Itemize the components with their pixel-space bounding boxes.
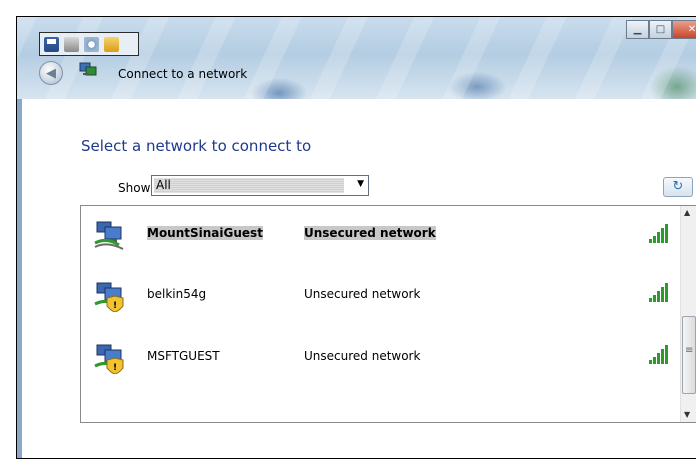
back-arrow-icon: ◀	[46, 65, 56, 81]
print-icon[interactable]	[64, 36, 79, 52]
window-left-border	[17, 99, 22, 458]
svg-text:!: !	[113, 301, 117, 311]
wireless-network-secured-icon: !	[94, 282, 124, 312]
scroll-up-icon[interactable]: ▲	[684, 208, 690, 217]
window-controls: ▁ □ ✕	[626, 20, 696, 39]
show-label: Show	[118, 181, 151, 195]
refresh-icon: ↻	[672, 179, 684, 194]
screenshot-frame: ◀ Connect to a network ▁ □ ✕ Select a ne…	[16, 16, 696, 459]
network-row[interactable]: ! belkin54g Unsecured network	[81, 272, 679, 322]
network-security-status: Unsecured network	[304, 349, 421, 363]
network-list[interactable]: MountSinaiGuest Unsecured network ! belk…	[80, 205, 696, 423]
maximize-button[interactable]: □	[649, 20, 672, 39]
open-folder-icon[interactable]	[104, 36, 119, 52]
network-row[interactable]: MountSinaiGuest Unsecured network	[81, 211, 679, 261]
svg-text:!: !	[113, 363, 117, 373]
wireless-network-icon	[94, 221, 124, 250]
network-security-status: Unsecured network	[304, 287, 421, 301]
signal-strength-icon	[649, 283, 668, 302]
print-preview-icon[interactable]	[84, 36, 99, 52]
scrollbar-thumb[interactable]	[682, 316, 696, 394]
vertical-scrollbar[interactable]: ▲ ▼	[680, 206, 696, 422]
refresh-button[interactable]: ↻	[663, 177, 693, 197]
close-button[interactable]: ✕	[672, 20, 696, 39]
minimize-button[interactable]: ▁	[626, 20, 649, 39]
quick-access-toolbar	[39, 32, 139, 56]
network-name: MSFTGUEST	[147, 349, 220, 363]
page-title: Select a network to connect to	[81, 137, 312, 155]
save-icon[interactable]	[44, 36, 59, 52]
wireless-network-secured-icon: !	[94, 344, 124, 374]
network-name: MountSinaiGuest	[147, 226, 263, 240]
signal-strength-icon	[649, 224, 668, 243]
network-name: belkin54g	[147, 287, 207, 301]
network-row[interactable]: ! MSFTGUEST Unsecured network	[81, 334, 679, 384]
scroll-down-icon[interactable]: ▼	[684, 410, 690, 419]
window-title: Connect to a network	[118, 67, 248, 81]
back-button[interactable]: ◀	[39, 61, 63, 85]
show-filter-value: All	[154, 178, 344, 193]
dialog-content: Select a network to connect to Show All …	[17, 99, 696, 458]
network-security-status: Unsecured network	[304, 226, 436, 240]
chevron-down-icon: ▼	[357, 179, 364, 189]
network-icon	[79, 62, 97, 76]
show-filter-select[interactable]: All ▼	[151, 175, 369, 196]
title-bar	[17, 17, 696, 99]
signal-strength-icon	[649, 345, 668, 364]
